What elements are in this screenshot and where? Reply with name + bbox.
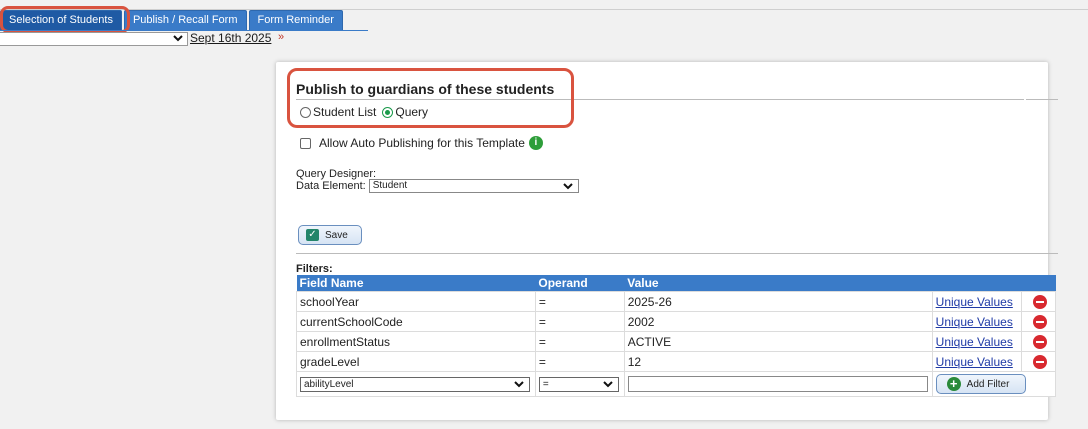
date-link[interactable]: Sept 16th 2025	[190, 31, 271, 45]
field-cell: currentSchoolCode	[296, 311, 536, 332]
new-operand-select[interactable]: =	[538, 376, 619, 392]
chevron-down-icon	[172, 32, 184, 44]
title-divider-right	[1026, 99, 1058, 100]
filters-header-row: Field Name Operand Value	[296, 275, 1056, 292]
auto-publish-row: Allow Auto Publishing for this Template …	[300, 136, 543, 150]
operand-cell: =	[534, 331, 625, 352]
auto-publish-checkbox[interactable]	[300, 137, 311, 149]
field-cell: gradeLevel	[296, 351, 536, 372]
new-value-input[interactable]	[627, 376, 928, 392]
tab-form-reminder[interactable]: Form Reminder	[248, 10, 343, 30]
remove-filter-icon[interactable]	[1033, 294, 1048, 309]
value-cell: 2025-26	[623, 291, 933, 312]
new-field-value: abilityLevel	[304, 378, 354, 390]
data-element-select[interactable]: Student	[368, 179, 579, 193]
data-element-label: Data Element:	[296, 180, 366, 192]
col-field-name: Field Name	[296, 275, 536, 292]
unique-values-link[interactable]: Unique Values	[936, 335, 1013, 349]
checkmark-icon: ✓	[306, 229, 319, 241]
remove-filter-icon[interactable]	[1033, 334, 1048, 349]
filters-table: Field Name Operand Value schoolYear = 20…	[296, 275, 1057, 397]
panel-title: Publish to guardians of these students	[296, 81, 555, 97]
save-label: Save	[325, 229, 348, 241]
chevron-down-icon	[602, 378, 614, 390]
tab-publish-recall-form[interactable]: Publish / Recall Form	[123, 10, 247, 30]
radio-student-list[interactable]	[300, 106, 311, 118]
chevron-down-icon	[562, 180, 574, 192]
date-select[interactable]	[0, 32, 188, 46]
remove-filter-icon[interactable]	[1033, 314, 1048, 329]
unique-values-link[interactable]: Unique Values	[936, 295, 1013, 309]
value-cell: ACTIVE	[623, 331, 933, 352]
publish-highlight	[287, 68, 574, 128]
tab-selection-of-students[interactable]: Selection of Students	[0, 10, 122, 30]
value-cell: 12	[623, 351, 933, 372]
unique-values-link[interactable]: Unique Values	[936, 315, 1013, 329]
section-divider	[296, 253, 1058, 254]
auto-publish-label: Allow Auto Publishing for this Template	[319, 136, 525, 150]
unique-values-link[interactable]: Unique Values	[936, 355, 1013, 369]
table-row: schoolYear = 2025-26 Unique Values	[296, 291, 1056, 312]
operand-cell: =	[534, 291, 625, 312]
remove-filter-icon[interactable]	[1033, 354, 1048, 369]
field-cell: schoolYear	[296, 291, 536, 312]
radio-query[interactable]	[382, 106, 394, 118]
date-next-arrow[interactable]: »	[278, 31, 284, 43]
save-button[interactable]: ✓ Save	[298, 225, 362, 245]
new-operand-value: =	[542, 378, 549, 390]
filters-label: Filters:	[296, 263, 333, 275]
table-row: currentSchoolCode = 2002 Unique Values	[296, 311, 1056, 332]
publish-panel: Publish to guardians of these students S…	[276, 62, 1058, 420]
radio-query-label: Query	[395, 105, 429, 119]
tab-bar-underline	[0, 30, 368, 31]
table-row: enrollmentStatus = ACTIVE Unique Values	[296, 331, 1056, 352]
title-divider	[296, 99, 1024, 100]
new-filter-row: abilityLevel = + Add Filter	[296, 371, 1057, 397]
col-operand: Operand	[535, 275, 625, 292]
tab-bar: Selection of Students Publish / Recall F…	[0, 10, 345, 30]
new-field-select[interactable]: abilityLevel	[300, 376, 530, 392]
table-row: gradeLevel = 12 Unique Values	[296, 351, 1056, 372]
add-filter-label: Add Filter	[966, 378, 1010, 390]
data-element-value: Student	[372, 180, 408, 191]
value-cell: 2002	[623, 311, 933, 332]
publish-mode-radios: Student List Query	[300, 105, 434, 119]
operand-cell: =	[534, 311, 625, 332]
info-icon[interactable]: i	[528, 136, 543, 150]
add-filter-button[interactable]: + Add Filter	[935, 374, 1026, 394]
col-value: Value	[624, 275, 933, 292]
operand-cell: =	[534, 351, 625, 372]
radio-student-list-label: Student List	[313, 105, 377, 119]
plus-icon: +	[946, 377, 961, 391]
chevron-down-icon	[513, 378, 525, 390]
field-cell: enrollmentStatus	[296, 331, 536, 352]
data-element-row: Data Element: Student	[296, 179, 579, 193]
